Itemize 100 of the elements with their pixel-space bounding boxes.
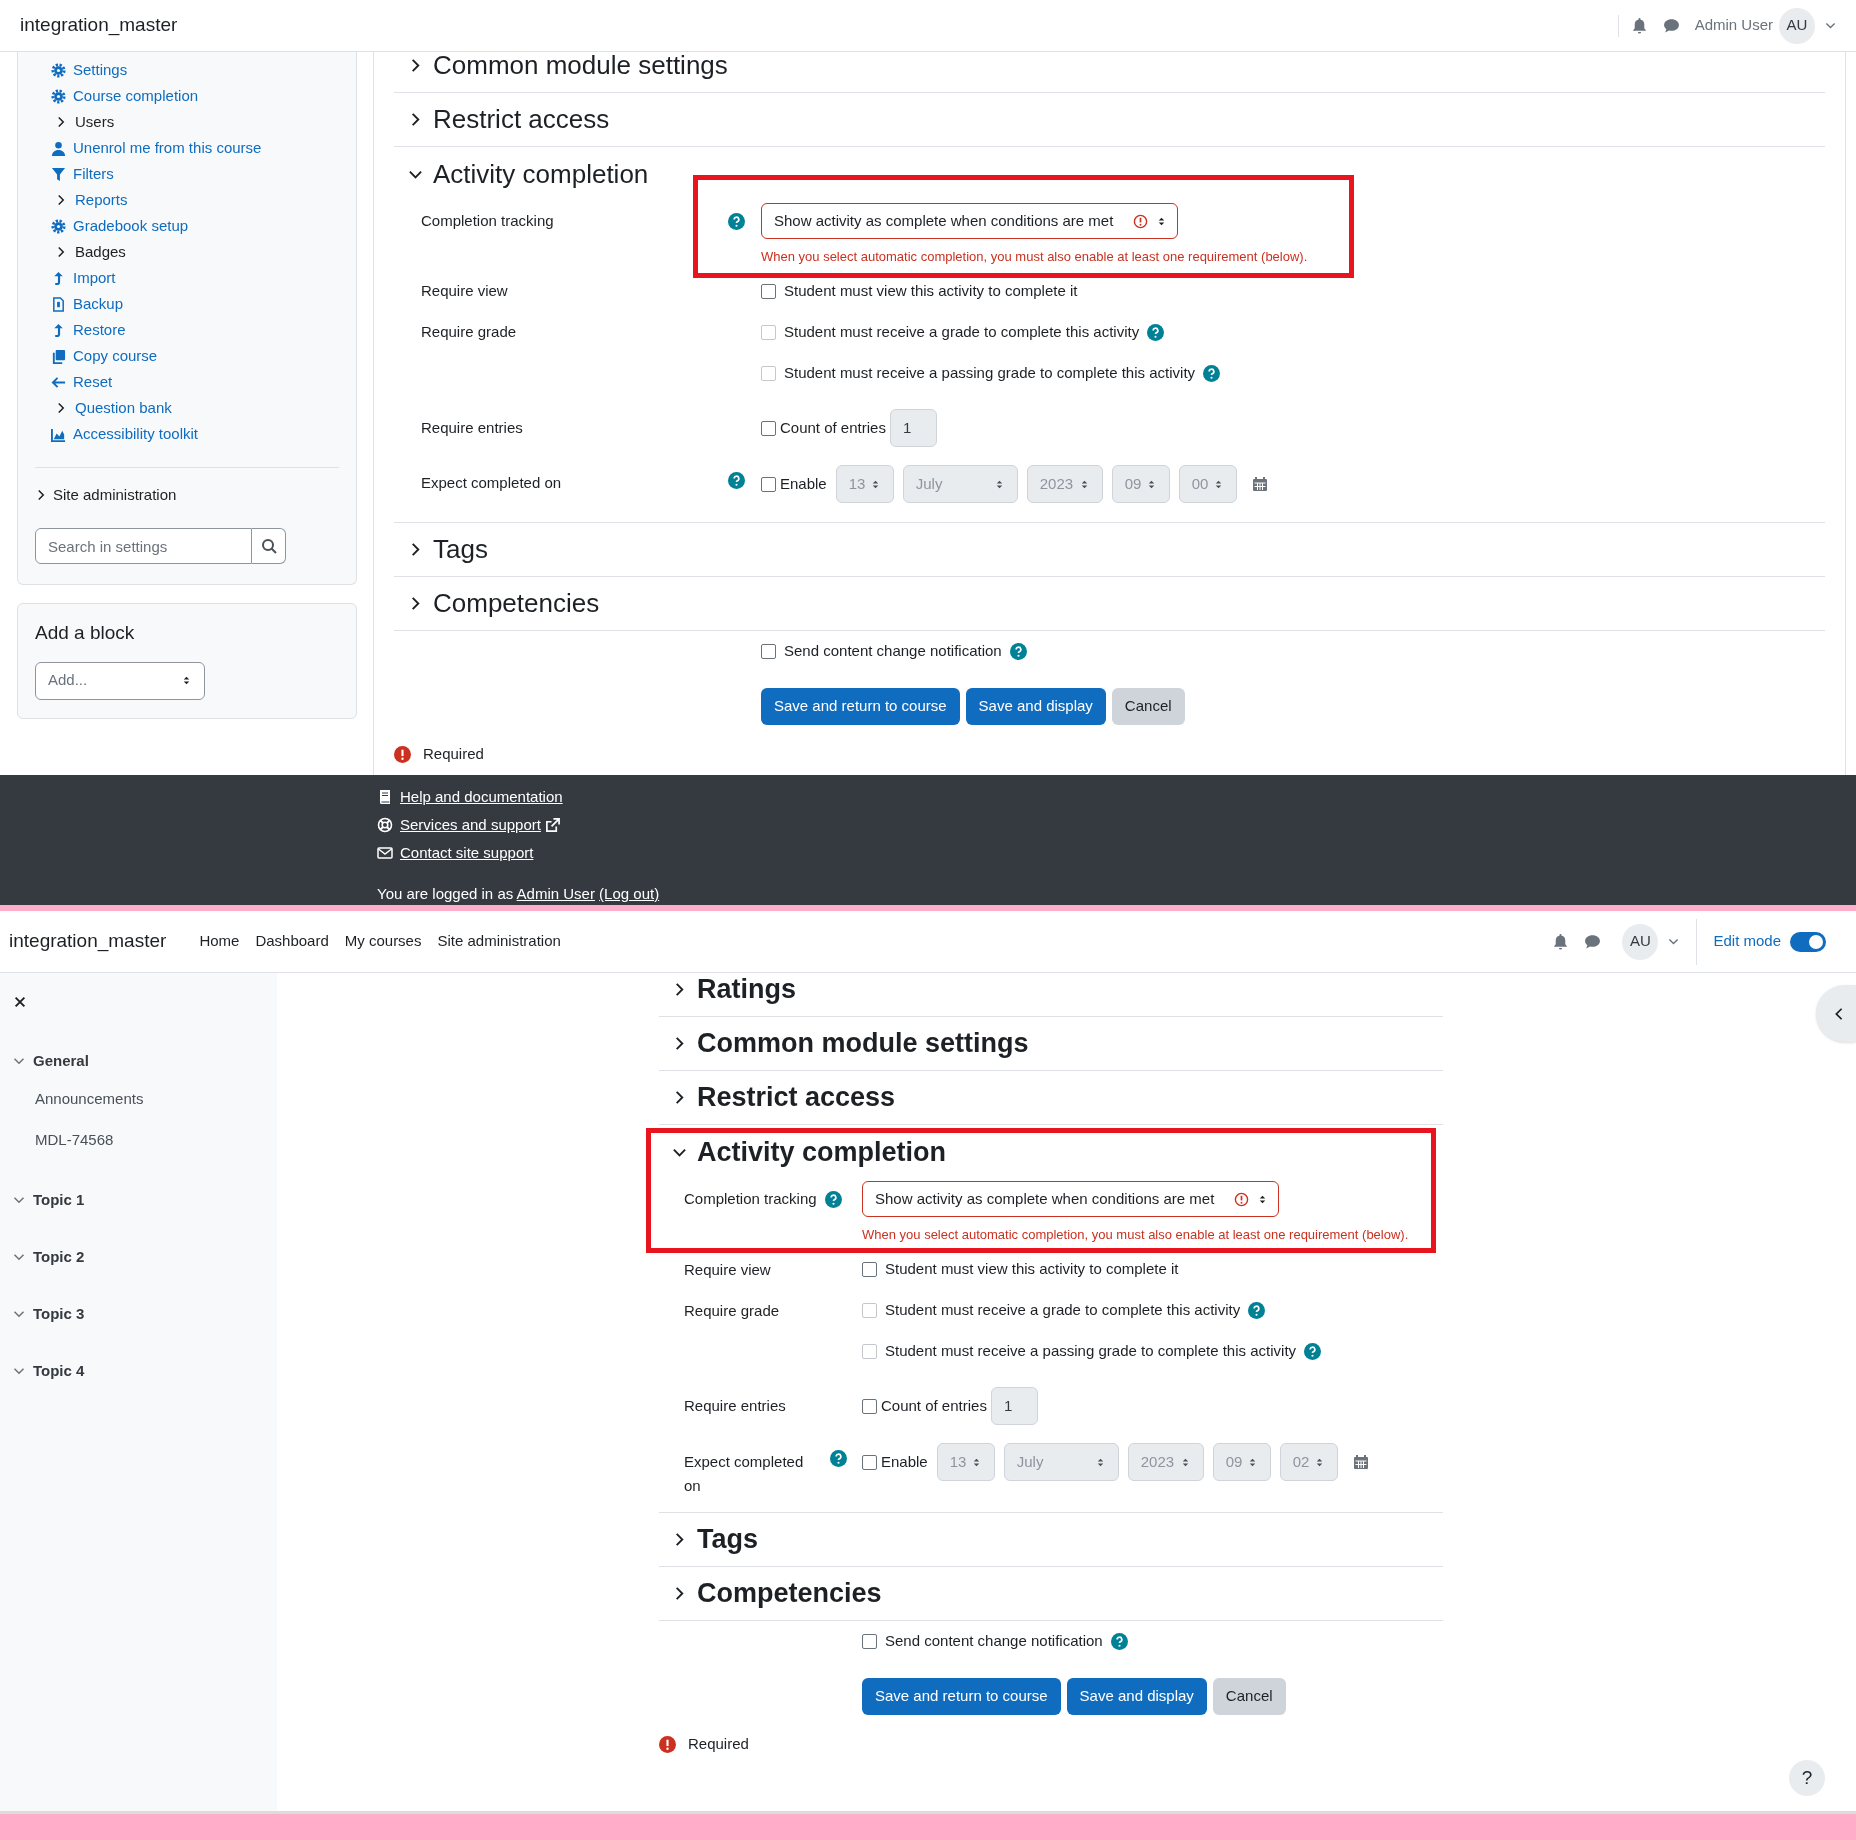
sidebar-item[interactable]: Backup [35, 291, 339, 317]
nav-link[interactable]: Site administration [437, 930, 561, 953]
chevron-down-icon[interactable] [1668, 936, 1680, 947]
sidebar-item[interactable]: Accessibility toolkit [35, 421, 339, 447]
cancel-button[interactable]: Cancel [1212, 1678, 1286, 1715]
help-icon[interactable] [1009, 642, 1027, 660]
sidebar-item[interactable]: Unenrol me from this course [35, 135, 339, 161]
checkbox-label[interactable]: Enable [780, 472, 827, 496]
logout-link[interactable]: (Log out) [599, 885, 660, 902]
course-activity[interactable]: Announcements [0, 1079, 277, 1120]
section-header[interactable]: Common module settings [394, 52, 1825, 93]
checkbox-label[interactable]: Count of entries [881, 1394, 987, 1418]
checkbox[interactable] [862, 1262, 877, 1277]
footer-link[interactable]: Help and documentation [400, 785, 563, 809]
sidebar-item[interactable]: Users [35, 109, 339, 135]
sidebar-item[interactable]: Reset [35, 369, 339, 395]
user-avatar[interactable]: AU [1779, 7, 1815, 44]
chevron-down-icon[interactable] [1825, 20, 1836, 31]
section-header[interactable]: Tags [394, 523, 1825, 577]
help-icon[interactable] [830, 1450, 847, 1467]
checkbox[interactable] [862, 1454, 877, 1470]
help-button[interactable]: ? [1789, 1760, 1825, 1796]
save-button[interactable]: Save and return to course [761, 688, 960, 725]
checkbox-label[interactable]: Count of entries [780, 416, 886, 440]
help-icon[interactable] [728, 212, 745, 230]
error-message: When you select automatic completion, you must also enable at least one requirement (below). [862, 1226, 1409, 1244]
count-input[interactable]: 1 [990, 1387, 1038, 1425]
close-icon[interactable] [13, 995, 27, 1009]
user-link[interactable]: Admin User [516, 885, 595, 902]
checkbox[interactable] [862, 1398, 877, 1414]
course-section[interactable]: Topic 3 [0, 1296, 277, 1332]
site-name[interactable]: integration_master [20, 11, 178, 40]
sidebar-item[interactable]: Badges [35, 239, 339, 265]
chat-icon[interactable] [1662, 17, 1680, 34]
checkbox-label[interactable]: Enable [881, 1450, 928, 1474]
help-icon[interactable] [824, 1190, 842, 1208]
search-field[interactable]: Search in settings [35, 528, 252, 564]
section-header[interactable]: Competencies [659, 1567, 1443, 1621]
sidebar-item[interactable]: Filters [35, 161, 339, 187]
edit-mode-label[interactable]: Edit mode [1713, 930, 1781, 953]
completion-select[interactable]: Show activity as complete when conditions are met [862, 1181, 1280, 1217]
sidebar-item[interactable]: Reports [35, 187, 339, 213]
sidebar-item[interactable]: Import [35, 265, 339, 291]
user-name[interactable]: Admin User [1694, 14, 1773, 37]
completion-select[interactable]: Show activity as complete when conditions are met [761, 203, 1179, 239]
drawer-toggle[interactable] [1816, 985, 1856, 1042]
section-header[interactable]: Common module settings [659, 1017, 1443, 1071]
chat-icon[interactable] [1584, 933, 1602, 950]
search-icon [260, 538, 277, 554]
section-header[interactable]: Competencies [394, 577, 1825, 631]
section-header[interactable]: Activity completion [394, 147, 1825, 201]
section-header[interactable]: Restrict access [394, 93, 1825, 147]
footer-link[interactable]: Contact site support [400, 841, 534, 865]
block-select[interactable]: Add... [35, 661, 205, 700]
nav-link[interactable]: Home [199, 930, 240, 953]
checkbox-label[interactable]: Send content change notification [784, 639, 1002, 663]
course-section[interactable]: Topic 1 [0, 1182, 277, 1218]
sidebar-item[interactable]: Course completion [35, 83, 339, 109]
checkbox-label[interactable]: Student must view this activity to complete it [784, 280, 1078, 303]
help-icon[interactable] [728, 472, 745, 489]
sidebar-item[interactable]: Gradebook setup [35, 213, 339, 239]
bell-icon[interactable] [1630, 17, 1648, 34]
help-icon[interactable] [1110, 1632, 1128, 1650]
sidebar-item[interactable]: Settings [35, 57, 339, 83]
search-button[interactable] [252, 528, 286, 564]
save-button[interactable]: Save and display [1066, 1678, 1207, 1715]
checkbox[interactable] [761, 476, 776, 492]
sidebar-item[interactable]: Question bank [35, 395, 339, 421]
course-activity[interactable]: MDL-74568 [0, 1120, 277, 1161]
nav-link[interactable]: Dashboard [255, 930, 329, 953]
course-section[interactable]: Topic 2 [0, 1239, 277, 1275]
field-label: Require view [421, 281, 509, 302]
nav-link[interactable]: My courses [344, 930, 422, 953]
course-section[interactable]: General [0, 1043, 277, 1079]
checkbox-label[interactable]: Send content change notification [885, 1629, 1103, 1653]
footer-link[interactable]: Services and support [400, 813, 541, 837]
checkbox[interactable] [761, 643, 776, 659]
user-avatar[interactable]: AU [1622, 923, 1659, 960]
section-header[interactable]: Activity completion [659, 1125, 1443, 1179]
calendar-icon[interactable] [1352, 1454, 1369, 1470]
save-button[interactable]: Save and return to course [862, 1678, 1061, 1715]
save-button[interactable]: Save and display [965, 688, 1106, 725]
checkbox-label[interactable]: Student must view this activity to complete it [885, 1258, 1179, 1281]
site-name[interactable]: integration_master [9, 927, 167, 956]
course-section[interactable]: Topic 4 [0, 1353, 277, 1389]
section-header[interactable]: Restrict access [659, 1071, 1443, 1125]
sidebar-item[interactable]: Copy course [35, 343, 339, 369]
checkbox[interactable] [862, 1633, 877, 1649]
checkbox[interactable] [761, 420, 776, 436]
checkbox[interactable] [761, 284, 776, 299]
sidebar-item[interactable]: Site administration [35, 482, 339, 508]
calendar-icon[interactable] [1251, 476, 1268, 492]
count-input[interactable]: 1 [889, 409, 937, 447]
edit-mode-toggle[interactable] [1790, 931, 1826, 952]
bell-icon[interactable] [1552, 933, 1570, 950]
cancel-button[interactable]: Cancel [1111, 688, 1185, 725]
section-header[interactable]: Tags [659, 1513, 1443, 1567]
error-icon [1234, 1191, 1250, 1207]
sidebar-item[interactable]: Restore [35, 317, 339, 343]
section-header[interactable]: Ratings [659, 963, 1443, 1017]
